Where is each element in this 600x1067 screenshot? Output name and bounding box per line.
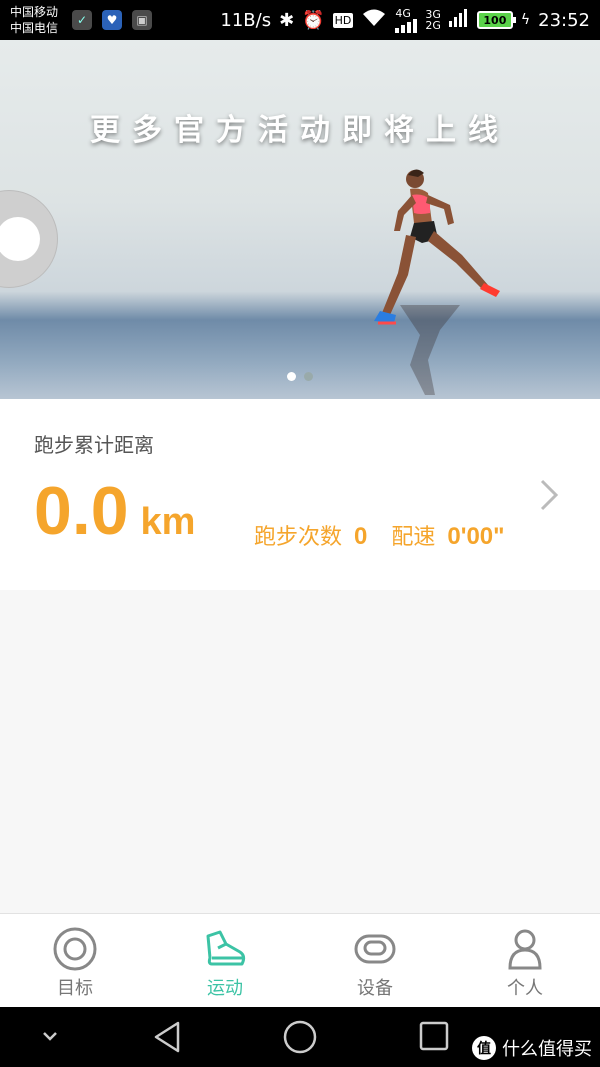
watermark-badge: 值 (472, 1036, 496, 1060)
person-icon (508, 929, 542, 970)
pager-dot-active[interactable] (287, 372, 296, 381)
net-4g-label: 4G (395, 6, 411, 20)
running-stats: 跑步次数 0 配速 0'00" (254, 519, 505, 551)
charging-icon: ϟ (520, 12, 531, 28)
signal-4g: 4G (395, 6, 418, 33)
promo-banner[interactable]: 更多官方活动即将上线 (0, 40, 600, 399)
tab-sport[interactable]: 运动 (150, 914, 300, 1007)
tab-device[interactable]: 设备 (300, 914, 450, 1007)
system-nav-bar: 值 什么值得买 (0, 1007, 600, 1067)
notification-icons: ✓ ♥ ▣ (72, 10, 152, 30)
distance-unit: km (140, 501, 196, 543)
wechat-icon: ✓ (72, 10, 92, 30)
pace-value: 0'00" (447, 523, 505, 550)
tab-goal[interactable]: 目标 (0, 914, 150, 1007)
target-icon (53, 927, 97, 971)
system-status: 11B/s ✱ ⏰ HD 4G 3G 2G 100 ϟ 23:52 (220, 0, 590, 40)
tab-profile-label: 个人 (507, 978, 543, 999)
gallery-icon: ▣ (132, 10, 152, 30)
carrier-2: 中国电信 (10, 21, 59, 35)
distance-display: 0.0 km (34, 477, 195, 545)
run-count-value: 0 (354, 523, 368, 550)
bluetooth-icon: ✱ (279, 9, 295, 31)
signal-3g: 3G 2G (425, 9, 441, 31)
chevron-down-icon[interactable] (30, 1019, 70, 1055)
wifi-icon (361, 8, 387, 33)
carrier-1: 中国移动 (10, 5, 59, 19)
shoe-icon (206, 930, 246, 966)
tab-device-label: 设备 (357, 978, 393, 999)
run-count-label: 跑步次数 (254, 525, 343, 550)
health-icon: ♥ (102, 10, 122, 30)
battery-icon: 100 (476, 11, 516, 29)
signal-bars-icon (448, 8, 469, 32)
home-icon[interactable] (280, 1019, 320, 1055)
floating-dial-button[interactable] (0, 190, 58, 288)
tab-sport-label: 运动 (207, 978, 243, 999)
distance-value: 0.0 (34, 473, 129, 549)
tab-profile[interactable]: 个人 (450, 914, 600, 1007)
battery-level: 100 (483, 13, 507, 27)
clock: 23:52 (538, 9, 590, 31)
watermark-text: 什么值得买 (502, 1039, 592, 1060)
alarm-icon: ⏰ (302, 9, 325, 31)
runner-reflection (400, 305, 460, 395)
banner-title: 更多官方活动即将上线 (90, 113, 510, 148)
running-summary-card[interactable]: 跑步累计距离 0.0 km 跑步次数 0 配速 0'00" (0, 399, 600, 590)
watermark: 值 什么值得买 (472, 1035, 592, 1061)
hd-badge: HD (332, 12, 354, 28)
net-2g-label: 2G (425, 19, 441, 32)
recents-icon[interactable] (414, 1019, 454, 1055)
pager-dot[interactable] (304, 372, 313, 381)
pace-label: 配速 (391, 525, 436, 550)
carrier-info: 中国移动 中国电信 (10, 4, 58, 36)
band-icon (354, 934, 396, 964)
status-bar: 中国移动 中国电信 ✓ ♥ ▣ 11B/s ✱ ⏰ HD 4G 3G 2G 10… (0, 0, 600, 40)
banner-pager (0, 372, 600, 381)
tab-goal-label: 目标 (57, 978, 93, 999)
card-title: 跑步累计距离 (34, 433, 154, 457)
bottom-tab-bar: 目标 运动 设备 个人 (0, 913, 600, 1007)
chevron-right-icon[interactable] (534, 477, 562, 513)
back-icon[interactable] (148, 1019, 188, 1055)
network-speed: 11B/s (220, 9, 272, 31)
